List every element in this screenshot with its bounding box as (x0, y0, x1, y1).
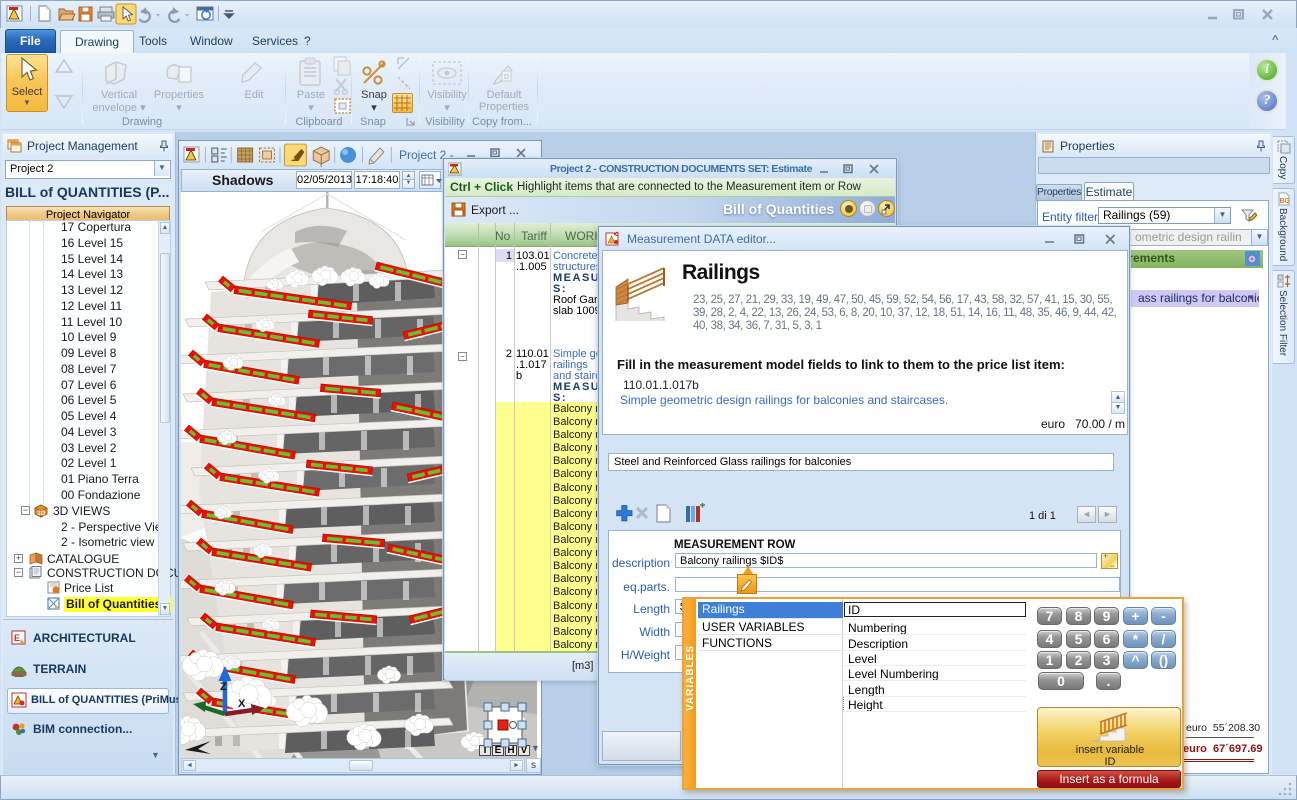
svg-text:E: E (14, 633, 20, 643)
svg-text:D: D (504, 74, 509, 81)
svg-text:3D: 3D (38, 511, 46, 517)
svg-text:Z: Z (220, 681, 227, 693)
svg-text:BG: BG (1280, 198, 1291, 205)
svg-text:X: X (238, 698, 246, 710)
